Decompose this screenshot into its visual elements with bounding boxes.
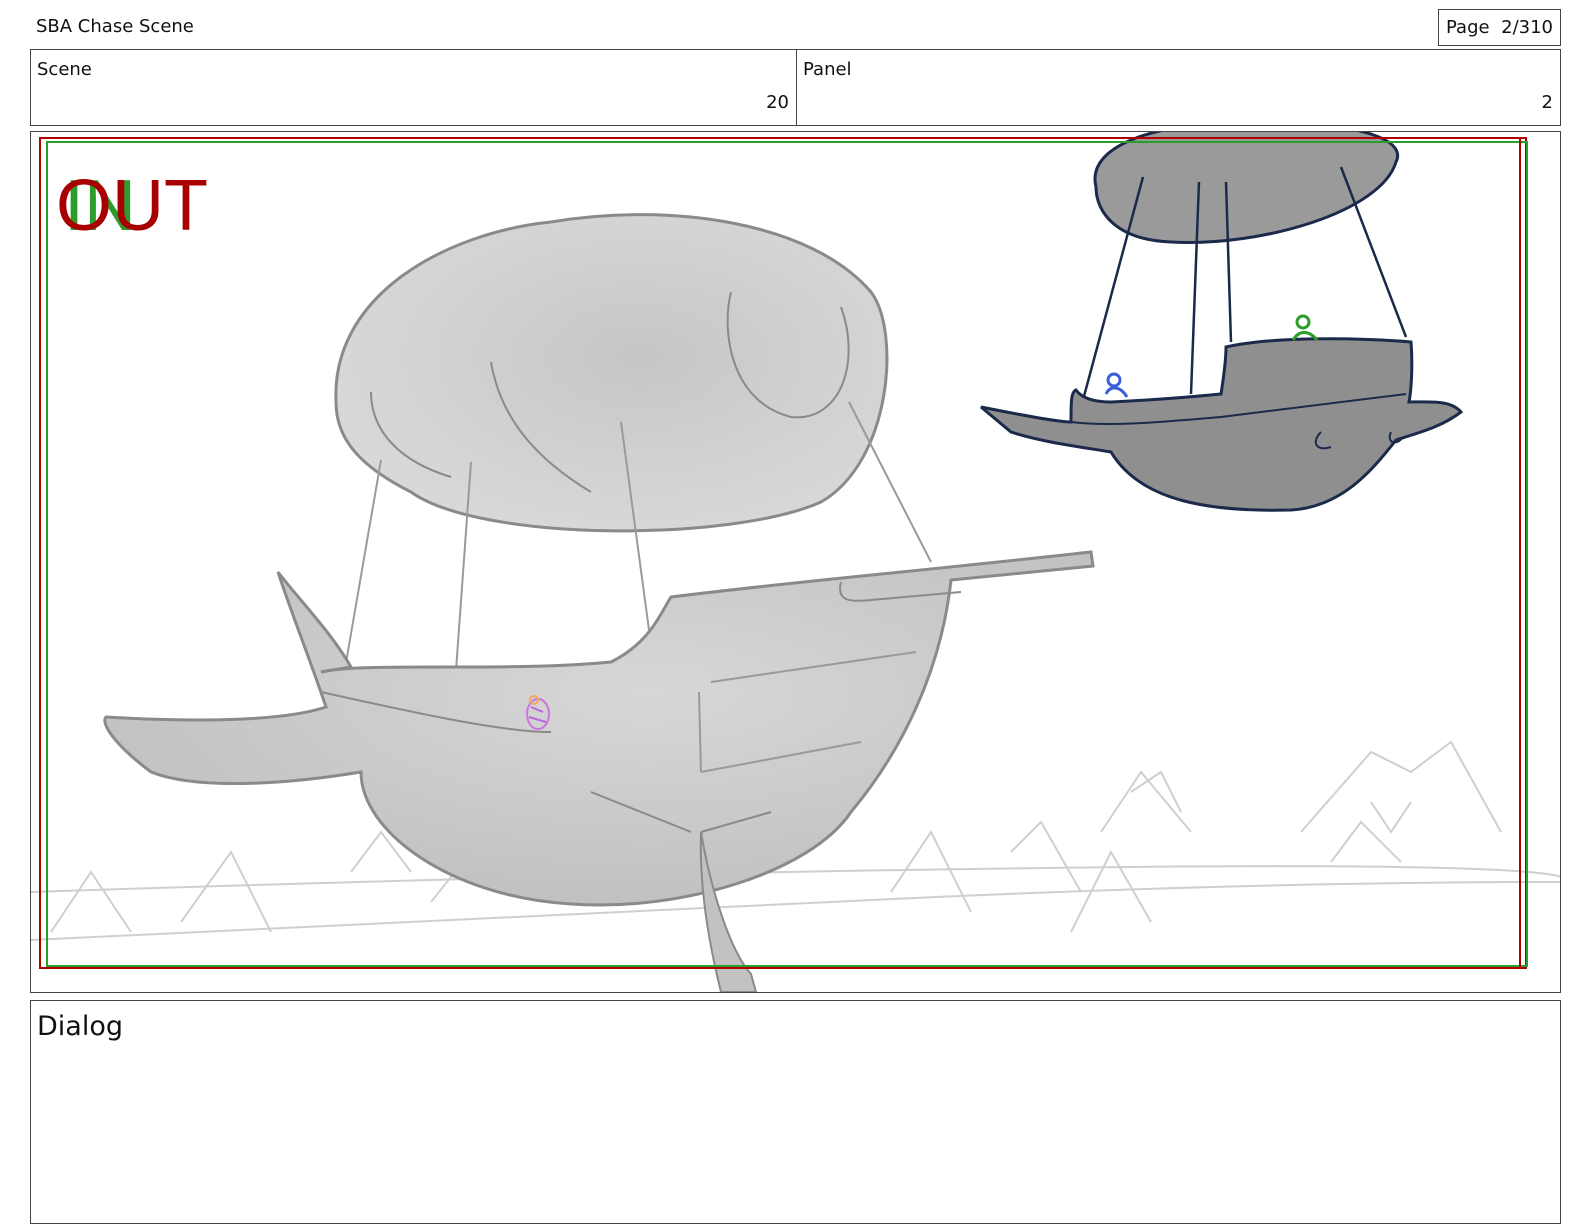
airship-enemy <box>980 132 1464 512</box>
character-green <box>1291 314 1319 341</box>
panel-cell: Panel 2 <box>797 50 1560 125</box>
panel-label: Panel <box>803 59 852 80</box>
scene-number: 20 <box>766 92 789 113</box>
document-title: SBA Chase Scene <box>36 16 194 37</box>
dialog-box[interactable]: Dialog <box>30 1000 1561 1224</box>
page-number: 2/310 <box>1501 17 1553 38</box>
storyboard-frame: IN OUT <box>30 131 1561 993</box>
storyboard-drawing: IN OUT <box>31 132 1560 992</box>
scene-panel-row: Scene 20 Panel 2 <box>30 49 1561 126</box>
page-indicator: Page 2/310 <box>1438 9 1561 46</box>
airship-foreground <box>103 213 1095 992</box>
dialog-label: Dialog <box>37 1011 123 1042</box>
character-blue <box>1104 372 1129 398</box>
panel-number: 2 <box>1541 92 1553 113</box>
out-label: OUT <box>56 166 208 246</box>
scene-label: Scene <box>37 59 92 80</box>
scene-cell: Scene 20 <box>31 50 797 125</box>
page-label: Page <box>1446 17 1490 38</box>
